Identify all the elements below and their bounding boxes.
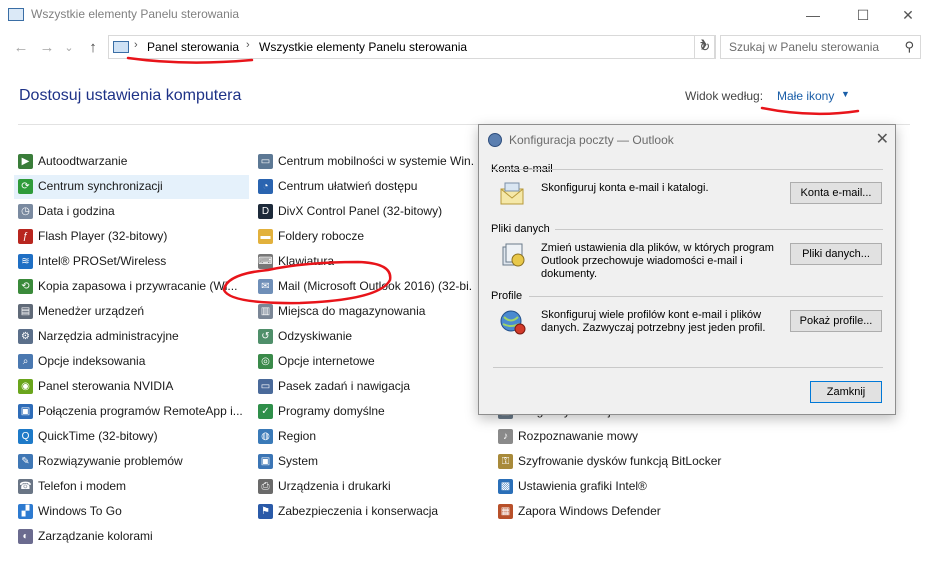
annotation-circle-mail [222,260,392,305]
annotation-underline-view [760,106,860,116]
annotation-underline-breadcrumb [126,56,254,64]
red-annotations [126,56,860,305]
